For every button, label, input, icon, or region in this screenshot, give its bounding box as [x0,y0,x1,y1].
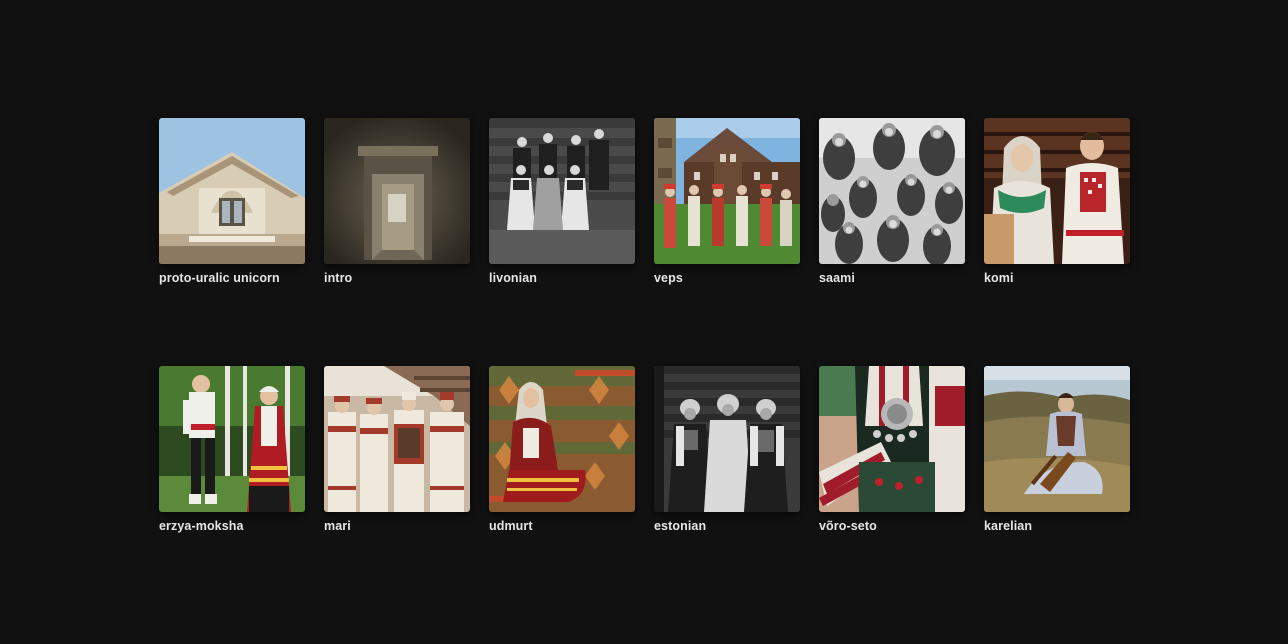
gallery-item-label[interactable]: veps [654,271,800,285]
gallery-item-erzya-moksha[interactable]: erzya-moksha [159,366,305,533]
embroidered-costume-photo[interactable] [819,366,965,512]
gallery-item-intro[interactable]: intro [324,118,470,285]
group-portrait-photo[interactable] [489,118,635,264]
gallery-item-karelian[interactable]: karelian [984,366,1130,533]
gallery-item-label[interactable]: estonian [654,519,800,533]
gallery-grid: proto-uralic unicorn intro livonian veps… [159,118,1130,533]
women-group-photo[interactable] [324,366,470,512]
gallery-item-mari[interactable]: mari [324,366,470,533]
children-group-photo[interactable] [819,118,965,264]
gallery-item-komi[interactable]: komi [984,118,1130,285]
gallery-item-estonian[interactable]: estonian [654,366,800,533]
gallery-item-saami[interactable]: saami [819,118,965,285]
gallery-item-label[interactable]: livonian [489,271,635,285]
gallery-item-label[interactable]: mari [324,519,470,533]
gallery-item-udmurt[interactable]: udmurt [489,366,635,533]
folk-dancers-photo[interactable] [654,118,800,264]
empty-room-doorway-photo[interactable] [324,118,470,264]
gallery-item-label[interactable]: intro [324,271,470,285]
gallery-item-label[interactable]: erzya-moksha [159,519,305,533]
gallery-item-proto-uralic-unicorn[interactable]: proto-uralic unicorn [159,118,305,285]
woman-seated-photo[interactable] [489,366,635,512]
gallery-item-voro-seto[interactable]: võro-seto [819,366,965,533]
gallery-item-label[interactable]: saami [819,271,965,285]
musician-on-hill-photo[interactable] [984,366,1130,512]
gallery-item-livonian[interactable]: livonian [489,118,635,285]
gallery-item-label[interactable]: proto-uralic unicorn [159,271,305,285]
gallery-item-label[interactable]: udmurt [489,519,635,533]
gallery-item-label[interactable]: komi [984,271,1130,285]
gallery-item-label[interactable]: karelian [984,519,1130,533]
gallery-item-label[interactable]: võro-seto [819,519,965,533]
couple-portrait-photo[interactable] [984,118,1130,264]
three-women-photo[interactable] [654,366,800,512]
couple-in-forest-photo[interactable] [159,366,305,512]
wooden-house-photo[interactable] [159,118,305,264]
gallery-item-veps[interactable]: veps [654,118,800,285]
